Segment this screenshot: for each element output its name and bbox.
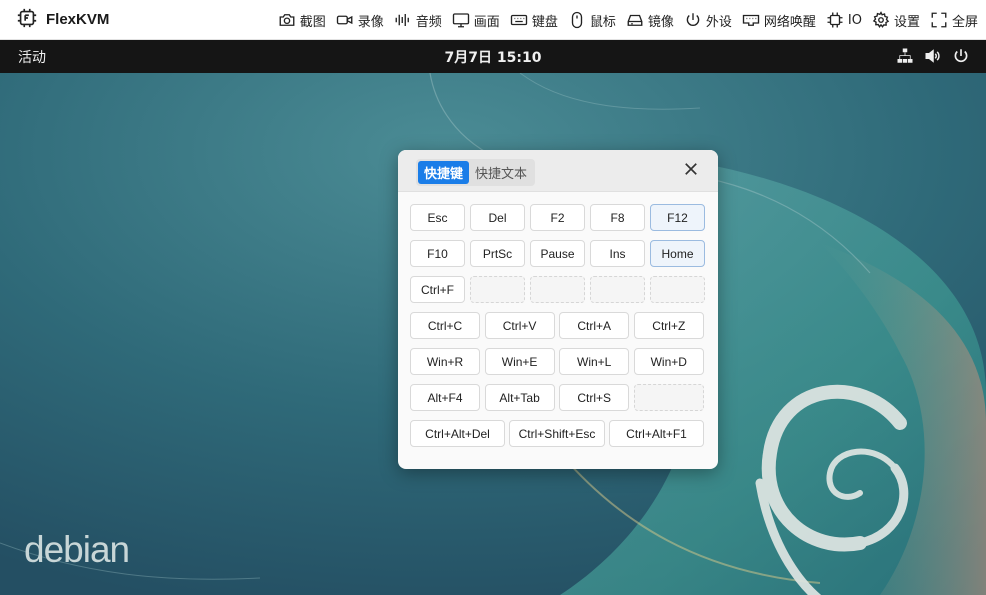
key-del[interactable]: Del — [470, 204, 525, 231]
tab-shortcut-text[interactable]: 快捷文本 — [469, 161, 533, 184]
volume-icon — [925, 49, 940, 63]
clock[interactable]: 7月7日 15:10 — [0, 47, 986, 67]
network-wake-icon — [742, 14, 760, 26]
empty-key-slot — [470, 276, 525, 303]
audio-label: 音频 — [415, 14, 442, 30]
key-ctrl-v[interactable]: Ctrl+V — [484, 312, 555, 339]
fullscreen-label: 全屏 — [951, 14, 978, 30]
dialog-tabs: 快捷键 快捷文本 — [416, 159, 536, 186]
keyboard-button[interactable]: 键盘 — [510, 11, 558, 30]
fullscreen-button[interactable]: 全屏 — [930, 11, 978, 30]
power-menu-icon — [954, 49, 968, 63]
key-row: Esc Del F2 F8 F12 — [410, 204, 706, 231]
key-row: Ctrl+F — [410, 276, 706, 303]
screenshot-label: 截图 — [299, 14, 326, 30]
key-alt-f4[interactable]: Alt+F4 — [410, 384, 480, 411]
keyboard-label: 键盘 — [531, 14, 558, 30]
key-win-l[interactable]: Win+L — [559, 348, 630, 375]
gear-icon — [872, 11, 890, 28]
gnome-top-panel: 活动 7月7日 15:10 — [0, 40, 986, 73]
key-home[interactable]: Home — [650, 240, 705, 267]
shortcut-dialog: 快捷键 快捷文本 Esc Del F2 F8 F12 F10 PrtSc Pause Ins Ho… — [398, 150, 718, 469]
key-ins[interactable]: Ins — [590, 240, 645, 267]
fullscreen-icon — [931, 12, 947, 28]
key-win-e[interactable]: Win+E — [484, 348, 555, 375]
key-ctrl-s[interactable]: Ctrl+S — [559, 384, 630, 411]
dialog-header: 快捷键 快捷文本 — [398, 150, 718, 192]
key-row: Ctrl+C Ctrl+V Ctrl+A Ctrl+Z — [410, 312, 706, 339]
audio-button[interactable]: 音频 — [394, 11, 442, 30]
key-ctrl-a[interactable]: Ctrl+A — [559, 312, 630, 339]
key-ctrl-shift-esc[interactable]: Ctrl+Shift+Esc — [509, 420, 605, 447]
camera-icon — [279, 14, 295, 26]
empty-key-slot — [633, 384, 704, 411]
mouse-icon — [571, 11, 583, 29]
key-esc[interactable]: Esc — [410, 204, 465, 231]
peripheral-label: 外设 — [705, 14, 732, 30]
toolbar-actions: 截图 录像 音频 画面 键盘 鼠标 镜像 外设 网络唤醒 IO 设置 全屏 — [268, 0, 978, 40]
display-button[interactable]: 画面 — [452, 11, 500, 30]
key-win-r[interactable]: Win+R — [410, 348, 480, 375]
keyboard-icon — [510, 14, 527, 26]
audio-icon — [395, 14, 409, 26]
io-button[interactable]: IO — [826, 11, 862, 29]
key-row: Ctrl+Alt+Del Ctrl+Shift+Esc Ctrl+Alt+F1 — [410, 420, 706, 447]
key-ctrl-alt-del[interactable]: Ctrl+Alt+Del — [410, 420, 505, 447]
system-tray[interactable] — [886, 47, 970, 65]
power-icon — [686, 13, 700, 26]
key-ctrl-f[interactable]: Ctrl+F — [410, 276, 465, 303]
mouse-button[interactable]: 鼠标 — [568, 11, 616, 30]
image-mount-label: 镜像 — [647, 14, 674, 30]
key-ctrl-z[interactable]: Ctrl+Z — [633, 312, 704, 339]
drive-icon — [627, 14, 643, 26]
video-icon — [336, 15, 353, 25]
mouse-label: 鼠标 — [589, 14, 616, 30]
key-prtsc[interactable]: PrtSc — [470, 240, 525, 267]
shortcut-key-grid: Esc Del F2 F8 F12 F10 PrtSc Pause Ins Home Ctrl+F C… — [410, 204, 706, 456]
chip-icon — [827, 12, 843, 28]
key-f2[interactable]: F2 — [530, 204, 585, 231]
empty-key-slot — [530, 276, 585, 303]
key-f12[interactable]: F12 — [650, 204, 705, 231]
key-ctrl-alt-f1[interactable]: Ctrl+Alt+F1 — [609, 420, 704, 447]
peripheral-button[interactable]: 外设 — [684, 11, 732, 30]
app-toolbar: FlexKVM 截图 录像 音频 画面 键盘 鼠标 镜像 外设 网络唤醒 IO … — [0, 0, 986, 40]
key-row: F10 PrtSc Pause Ins Home — [410, 240, 706, 267]
wake-on-lan-button[interactable]: 网络唤醒 — [742, 11, 816, 30]
flexkvm-logo-icon — [16, 7, 38, 33]
app-title: FlexKVM — [46, 11, 110, 28]
key-row: Win+R Win+E Win+L Win+D — [410, 348, 706, 375]
brand: FlexKVM — [16, 7, 109, 33]
monitor-icon — [452, 13, 469, 28]
network-icon — [897, 48, 913, 63]
wake-on-lan-label: 网络唤醒 — [763, 14, 816, 30]
record-label: 录像 — [357, 14, 384, 30]
key-f8[interactable]: F8 — [590, 204, 645, 231]
settings-button[interactable]: 设置 — [872, 11, 920, 30]
settings-label: 设置 — [893, 14, 920, 30]
io-label: IO — [847, 12, 862, 28]
record-button[interactable]: 录像 — [336, 11, 384, 30]
key-win-d[interactable]: Win+D — [633, 348, 704, 375]
image-mount-button[interactable]: 镜像 — [626, 11, 674, 30]
close-icon[interactable] — [682, 160, 700, 178]
key-alt-tab[interactable]: Alt+Tab — [484, 384, 555, 411]
display-label: 画面 — [473, 14, 500, 30]
tab-shortcut-keys[interactable]: 快捷键 — [418, 161, 470, 184]
key-ctrl-c[interactable]: Ctrl+C — [410, 312, 480, 339]
screenshot-button[interactable]: 截图 — [278, 11, 326, 30]
empty-key-slot — [590, 276, 645, 303]
empty-key-slot — [650, 276, 705, 303]
debian-wordmark: debian — [24, 529, 130, 570]
key-pause[interactable]: Pause — [530, 240, 585, 267]
key-row: Alt+F4 Alt+Tab Ctrl+S — [410, 384, 706, 411]
key-f10[interactable]: F10 — [410, 240, 465, 267]
